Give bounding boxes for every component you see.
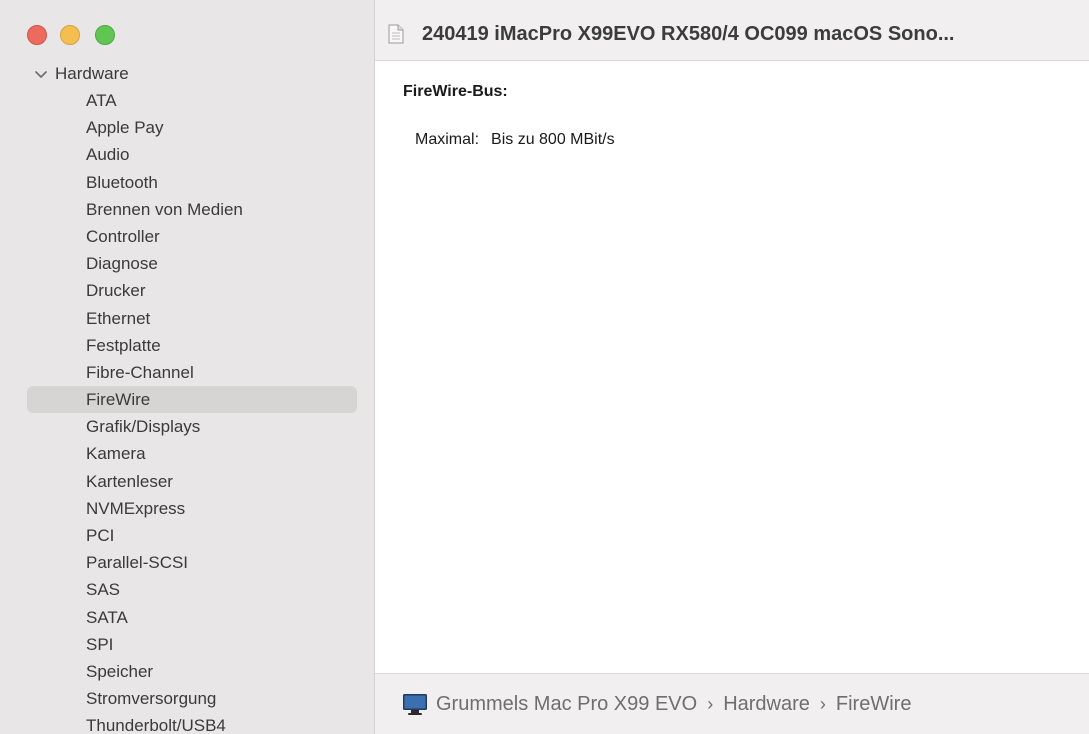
zoom-button[interactable] [95, 25, 115, 45]
property-key: Maximal: [415, 131, 480, 148]
detail-pane: FireWire-Bus: Maximal: Bis zu 800 MBit/s [375, 61, 1089, 673]
sidebar-item-sata[interactable]: SATA [27, 604, 357, 631]
window-title: 240419 iMacPro X99EVO RX580/4 OC099 macO… [422, 23, 955, 45]
sidebar-item-apple-pay[interactable]: Apple Pay [27, 114, 357, 141]
sidebar: Hardware ATA Apple Pay Audio Bluetooth B… [0, 0, 375, 734]
close-button[interactable] [27, 25, 47, 45]
sidebar-item-memory[interactable]: Speicher [27, 658, 357, 685]
sidebar-item-sas[interactable]: SAS [27, 576, 357, 603]
sidebar-item-fibre-channel[interactable]: Fibre-Channel [27, 359, 357, 386]
property-value: Bis zu 800 MBit/s [491, 131, 615, 148]
sidebar-item-nvmexpress[interactable]: NVMExpress [27, 495, 357, 522]
system-information-window: Hardware ATA Apple Pay Audio Bluetooth B… [0, 0, 1089, 734]
sidebar-item-camera[interactable]: Kamera [27, 440, 357, 467]
sidebar-item-graphics-displays[interactable]: Grafik/Displays [27, 413, 357, 440]
path-separator: › [819, 693, 826, 714]
path-separator: › [707, 693, 714, 714]
sidebar-item-audio[interactable]: Audio [27, 141, 357, 168]
minimize-button[interactable] [60, 25, 80, 45]
detail-heading: FireWire-Bus: [403, 83, 508, 100]
sidebar-item-bluetooth[interactable]: Bluetooth [27, 169, 357, 196]
sidebar-item-thunderbolt-usb4[interactable]: Thunderbolt/USB4 [27, 712, 357, 734]
sidebar-section-hardware[interactable]: Hardware [33, 63, 129, 85]
path-bar: Grummels Mac Pro X99 EVO › Hardware › Fi… [375, 673, 1089, 734]
sidebar-item-power[interactable]: Stromversorgung [27, 685, 357, 712]
sidebar-list: ATA Apple Pay Audio Bluetooth Brennen vo… [27, 87, 357, 734]
path-item[interactable]: FireWire [836, 693, 912, 716]
property-row: Maximal: Bis zu 800 MBit/s [415, 131, 615, 149]
titlebar: 240419 iMacPro X99EVO RX580/4 OC099 macO… [375, 0, 1089, 61]
sidebar-item-firewire[interactable]: FireWire [27, 386, 357, 414]
sidebar-item-diagnostics[interactable]: Diagnose [27, 250, 357, 277]
sidebar-item-spi[interactable]: SPI [27, 631, 357, 658]
sidebar-item-ata[interactable]: ATA [27, 87, 357, 114]
document-icon [388, 24, 404, 44]
path-section[interactable]: Hardware [723, 693, 810, 716]
computer-icon [403, 694, 427, 715]
sidebar-item-printers[interactable]: Drucker [27, 277, 357, 304]
sidebar-item-card-reader[interactable]: Kartenleser [27, 468, 357, 495]
path-computer[interactable]: Grummels Mac Pro X99 EVO [436, 693, 697, 716]
sidebar-section-label: Hardware [55, 64, 129, 83]
sidebar-item-storage-disk[interactable]: Festplatte [27, 332, 357, 359]
sidebar-item-disc-burning[interactable]: Brennen von Medien [27, 196, 357, 223]
sidebar-item-ethernet[interactable]: Ethernet [27, 305, 357, 332]
sidebar-item-pci[interactable]: PCI [27, 522, 357, 549]
sidebar-item-controller[interactable]: Controller [27, 223, 357, 250]
chevron-down-icon[interactable] [33, 66, 49, 82]
sidebar-item-parallel-scsi[interactable]: Parallel-SCSI [27, 549, 357, 576]
